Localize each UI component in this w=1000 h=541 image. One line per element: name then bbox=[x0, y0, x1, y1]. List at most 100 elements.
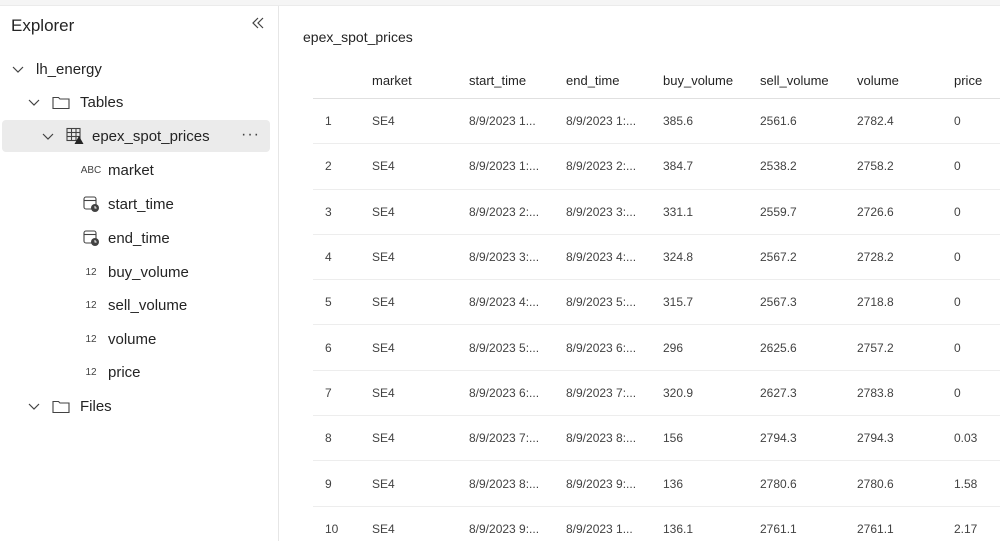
cell-buy-volume: 136.1 bbox=[663, 521, 694, 536]
cell-start-time: 8/9/2023 5:... bbox=[469, 340, 540, 355]
cell-price: 0 bbox=[954, 385, 961, 400]
cell-price: 0.03 bbox=[954, 431, 978, 446]
tables-folder-label: Tables bbox=[80, 93, 124, 111]
cell-end-time: 8/9/2023 1... bbox=[566, 521, 633, 536]
cell-volume: 2783.8 bbox=[857, 385, 894, 400]
cell-volume: 2761.1 bbox=[857, 521, 894, 536]
cell-buy-volume: 320.9 bbox=[663, 385, 694, 400]
cell-price: 0 bbox=[954, 114, 961, 129]
table-row[interactable]: 6 SE4 8/9/2023 5:... 8/9/2023 6:... 296 2625.… bbox=[313, 325, 1000, 371]
numeric-type-icon: 12 bbox=[85, 299, 97, 311]
cell-end-time: 8/9/2023 6:... bbox=[566, 340, 637, 355]
cell-end-time: 8/9/2023 1:... bbox=[566, 114, 637, 129]
cell-buy-volume: 385.6 bbox=[663, 114, 694, 129]
cell-volume: 2718.8 bbox=[857, 295, 894, 310]
column-header-market[interactable]: market bbox=[372, 73, 469, 88]
tree-item-column-market[interactable]: ABC market bbox=[80, 154, 154, 186]
tree-item-files-folder[interactable]: Files bbox=[26, 390, 112, 422]
chevron-down-icon bbox=[40, 128, 56, 144]
cell-market: SE4 bbox=[372, 159, 395, 174]
tree-item-column-price[interactable]: 12 price bbox=[80, 356, 141, 388]
row-number: 6 bbox=[325, 340, 332, 355]
column-label: market bbox=[108, 161, 154, 179]
cell-buy-volume: 324.8 bbox=[663, 250, 694, 265]
cell-market: SE4 bbox=[372, 521, 395, 536]
cell-market: SE4 bbox=[372, 431, 395, 446]
column-label: end_time bbox=[108, 229, 170, 247]
table-row[interactable]: 4 SE4 8/9/2023 3:... 8/9/2023 4:... 324.8 256… bbox=[313, 235, 1000, 281]
cell-sell-volume: 2567.3 bbox=[760, 295, 797, 310]
cell-volume: 2728.2 bbox=[857, 250, 894, 265]
cell-sell-volume: 2627.3 bbox=[760, 385, 797, 400]
column-header-start-time[interactable]: start_time bbox=[469, 73, 566, 88]
cell-market: SE4 bbox=[372, 204, 395, 219]
folder-icon bbox=[52, 94, 72, 110]
cell-start-time: 8/9/2023 4:... bbox=[469, 295, 540, 310]
cell-start-time: 8/9/2023 7:... bbox=[469, 431, 540, 446]
cell-end-time: 8/9/2023 3:... bbox=[566, 204, 637, 219]
tree-item-column-end-time[interactable]: end_time bbox=[80, 222, 170, 254]
table-row[interactable]: 7 SE4 8/9/2023 6:... 8/9/2023 7:... 320.9 262… bbox=[313, 371, 1000, 417]
cell-start-time: 8/9/2023 3:... bbox=[469, 250, 540, 265]
explorer-title: Explorer bbox=[11, 16, 75, 35]
cell-buy-volume: 384.7 bbox=[663, 159, 694, 174]
table-row[interactable]: 3 SE4 8/9/2023 2:... 8/9/2023 3:... 331.1 255… bbox=[313, 190, 1000, 235]
row-number: 4 bbox=[325, 250, 332, 265]
row-number: 1 bbox=[325, 114, 332, 129]
table-row[interactable]: 8 SE4 8/9/2023 7:... 8/9/2023 8:... 156 2794.… bbox=[313, 416, 1000, 462]
cell-start-time: 8/9/2023 1... bbox=[469, 114, 536, 129]
table-row[interactable]: 9 SE4 8/9/2023 8:... 8/9/2023 9:... 136 2780.… bbox=[313, 461, 1000, 507]
tree-item-column-start-time[interactable]: start_time bbox=[80, 188, 174, 220]
cell-start-time: 8/9/2023 9:... bbox=[469, 521, 540, 536]
row-number: 7 bbox=[325, 385, 332, 400]
column-header-sell-volume[interactable]: sell_volume bbox=[760, 73, 857, 88]
table-label: epex_spot_prices bbox=[92, 127, 210, 145]
cell-sell-volume: 2538.2 bbox=[760, 159, 797, 174]
table-row[interactable]: 1 SE4 8/9/2023 1... 8/9/2023 1:... 385.6 2561… bbox=[313, 99, 1000, 145]
cell-sell-volume: 2761.1 bbox=[760, 521, 797, 536]
table-row[interactable]: 10 SE4 8/9/2023 9:... 8/9/2023 1... 136.1 276… bbox=[313, 507, 1000, 541]
numeric-type-icon: 12 bbox=[85, 266, 97, 278]
cell-price: 0 bbox=[954, 204, 961, 219]
column-header-end-time[interactable]: end_time bbox=[566, 73, 663, 88]
column-label: price bbox=[108, 363, 141, 381]
cell-volume: 2726.6 bbox=[857, 204, 894, 219]
collapse-panel-button[interactable] bbox=[248, 15, 268, 35]
cell-buy-volume: 136 bbox=[663, 476, 684, 491]
cell-volume: 2780.6 bbox=[857, 476, 894, 491]
files-folder-label: Files bbox=[80, 397, 112, 415]
column-label: sell_volume bbox=[108, 296, 188, 314]
column-header-buy-volume[interactable]: buy_volume bbox=[663, 73, 760, 88]
table-row[interactable]: 2 SE4 8/9/2023 1:... 8/9/2023 2:... 384.7 253… bbox=[313, 144, 1000, 190]
column-header-volume[interactable]: volume bbox=[857, 73, 954, 88]
tree-item-workspace[interactable]: lh_energy bbox=[10, 53, 102, 85]
tree-item-table[interactable]: epex_spot_prices ··· bbox=[2, 120, 270, 152]
cell-end-time: 8/9/2023 7:... bbox=[566, 385, 637, 400]
more-options-button[interactable]: ··· bbox=[241, 126, 260, 144]
cell-price: 0 bbox=[954, 250, 961, 265]
cell-end-time: 8/9/2023 2:... bbox=[566, 159, 637, 174]
workspace-label: lh_energy bbox=[36, 60, 102, 78]
tree-item-column-buy-volume[interactable]: 12 buy_volume bbox=[80, 256, 188, 288]
cell-end-time: 8/9/2023 5:... bbox=[566, 295, 637, 310]
cell-market: SE4 bbox=[372, 250, 395, 265]
cell-price: 1.58 bbox=[954, 476, 978, 491]
tree-item-column-sell-volume[interactable]: 12 sell_volume bbox=[80, 289, 187, 321]
cell-end-time: 8/9/2023 9:... bbox=[566, 476, 637, 491]
cell-price: 0 bbox=[954, 295, 961, 310]
cell-start-time: 8/9/2023 2:... bbox=[469, 204, 540, 219]
delta-table-icon bbox=[66, 126, 86, 146]
cell-market: SE4 bbox=[372, 476, 395, 491]
cell-price: 0 bbox=[954, 159, 961, 174]
tree-item-tables-folder[interactable]: Tables bbox=[26, 86, 123, 118]
cell-sell-volume: 2794.3 bbox=[760, 431, 797, 446]
cell-sell-volume: 2625.6 bbox=[760, 340, 797, 355]
cell-market: SE4 bbox=[372, 114, 395, 129]
grid-header: market start_time end_time buy_volume se… bbox=[313, 63, 1000, 99]
string-type-icon: ABC bbox=[80, 164, 102, 176]
tree-item-column-volume[interactable]: 12 volume bbox=[80, 323, 156, 355]
column-header-price[interactable]: price bbox=[954, 73, 1000, 88]
row-number: 3 bbox=[325, 204, 332, 219]
table-row[interactable]: 5 SE4 8/9/2023 4:... 8/9/2023 5:... 315.7 256… bbox=[313, 280, 1000, 326]
cell-market: SE4 bbox=[372, 340, 395, 355]
